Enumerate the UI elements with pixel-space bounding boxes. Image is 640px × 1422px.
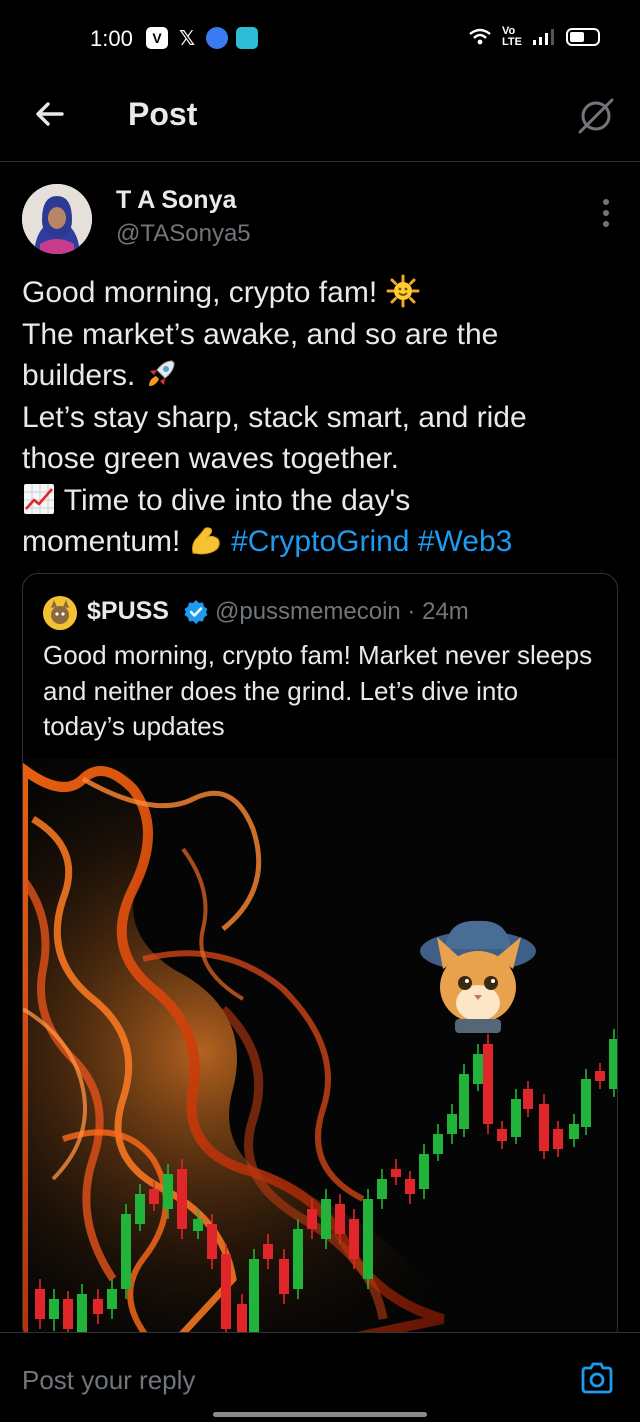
rocket-emoji-icon: [148, 360, 175, 386]
candle-body: [335, 1204, 345, 1234]
back-arrow-icon[interactable]: [30, 94, 70, 134]
candle-body: [293, 1229, 303, 1289]
post-line: Let’s stay sharp, stack smart, and ride: [22, 400, 527, 434]
quoted-author-handle[interactable]: @pussmemecoin · 24m: [215, 598, 469, 626]
candle-body: [107, 1289, 117, 1309]
candle-body: [121, 1214, 131, 1289]
hashtag-link[interactable]: #CryptoGrind: [231, 525, 409, 558]
candle-body: [497, 1129, 507, 1141]
candle-body: [135, 1194, 145, 1224]
network-type-label: Vo LTE: [502, 25, 522, 48]
candle-body: [419, 1154, 429, 1189]
grok-icon[interactable]: [574, 94, 618, 138]
candle-body: [459, 1074, 469, 1129]
wifi-icon: [469, 28, 491, 45]
candle-body: [349, 1219, 359, 1259]
candle-body: [447, 1114, 457, 1134]
candle-body: [473, 1054, 483, 1084]
author-avatar[interactable]: [22, 184, 92, 254]
post-line: Good morning, crypto fam!: [22, 272, 622, 314]
candle-body: [307, 1209, 317, 1229]
candle-body: [391, 1169, 401, 1177]
candle-body: [569, 1124, 579, 1139]
more-options-icon[interactable]: [602, 198, 610, 228]
candle-body: [237, 1304, 247, 1334]
candle-body: [149, 1189, 159, 1204]
post-line: builders.: [22, 355, 622, 397]
post-line: Time to dive into the day's: [22, 480, 622, 522]
candle-body: [553, 1129, 563, 1149]
candle-body: [249, 1259, 259, 1342]
hashtag-link[interactable]: #Web3: [418, 525, 513, 558]
post-line: momentum! #CryptoGrind #Web3: [22, 525, 513, 558]
system-icons: Vo LTE: [468, 26, 600, 48]
candle-body: [193, 1219, 203, 1231]
candle-body: [263, 1244, 273, 1259]
flexed-biceps-emoji-icon: [191, 527, 220, 555]
top-app-bar: Post: [0, 78, 640, 162]
candle-body: [279, 1259, 289, 1294]
candle-body: [405, 1179, 415, 1194]
candle-body: [595, 1071, 605, 1081]
candle-body: [581, 1079, 591, 1127]
candle-body: [163, 1174, 173, 1209]
candle-body: [483, 1044, 493, 1124]
x-app-icon: 𝕏: [178, 27, 196, 50]
notification-icons: V 𝕏: [146, 27, 258, 50]
verified-badge-icon: [184, 600, 208, 624]
candle-body: [221, 1254, 231, 1329]
page-title: Post: [128, 96, 198, 132]
quoted-author-name[interactable]: $PUSS: [87, 597, 169, 626]
author-name[interactable]: T A Sonya: [116, 186, 236, 215]
blue-app-icon: [206, 27, 228, 49]
candle-body: [433, 1134, 443, 1154]
candle-body: [49, 1299, 59, 1319]
candle-body: [177, 1169, 187, 1229]
quoted-post[interactable]: $PUSS @pussmemecoin · 24m Good morning, …: [22, 573, 618, 1343]
camera-icon[interactable]: [580, 1361, 614, 1395]
post-line: those green waves together.: [22, 442, 399, 475]
post-text: Good morning, crypto fam! The market’s a…: [22, 272, 622, 563]
chat-app-icon: [236, 27, 258, 49]
candle-body: [377, 1179, 387, 1199]
reply-input[interactable]: Post your reply: [22, 1365, 195, 1396]
candle-body: [207, 1224, 217, 1259]
author-handle[interactable]: @TASonya5: [116, 220, 251, 248]
sun-emoji-icon: [386, 274, 419, 308]
candle-body: [511, 1099, 521, 1137]
candle-body: [363, 1199, 373, 1279]
quoted-post-text: Good morning, crypto fam! Market never s…: [43, 640, 593, 741]
quoted-author-avatar[interactable]: [43, 596, 77, 630]
post-line: The market’s awake, and so are the: [22, 317, 499, 351]
signal-icon: [533, 29, 554, 45]
candle-body: [77, 1294, 87, 1334]
quoted-post-image[interactable]: [23, 759, 618, 1343]
status-time: 1:00: [90, 26, 133, 51]
chart-increasing-emoji-icon: [24, 483, 54, 514]
battery-icon: [566, 28, 600, 46]
candle-body: [539, 1104, 549, 1151]
candle-body: [63, 1299, 73, 1329]
candle-body: [523, 1089, 533, 1109]
candle-body: [93, 1299, 103, 1314]
home-indicator[interactable]: [213, 1412, 427, 1417]
candle-body: [609, 1039, 617, 1089]
status-bar: 1:00 V 𝕏 Vo LTE: [0, 0, 640, 78]
candle-body: [35, 1289, 45, 1319]
candle-body: [321, 1199, 331, 1239]
reply-bar: Post your reply: [0, 1332, 640, 1422]
v-app-icon: V: [146, 27, 168, 49]
